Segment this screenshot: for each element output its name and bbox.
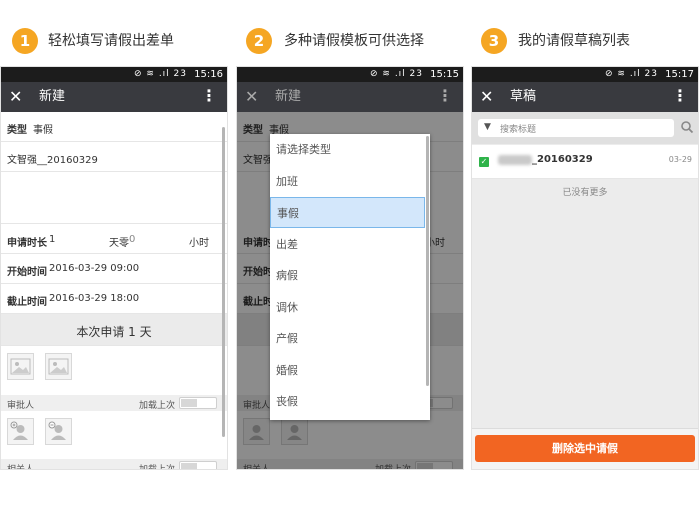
more-menu-icon[interactable]: ⋮: [201, 86, 217, 106]
days-label: 天零: [109, 238, 129, 249]
duration-label: 申请时长: [7, 238, 47, 249]
more-menu-icon[interactable]: ⋮: [672, 86, 688, 106]
draft-list-item[interactable]: ✓ _20160329 03-29: [472, 145, 698, 179]
status-time: 15:15: [430, 69, 459, 80]
app-bar: ✕ 新建 ⋮: [1, 82, 227, 112]
dropdown-option[interactable]: 病假: [270, 260, 425, 291]
summary-text: 本次申请 1 天: [76, 325, 152, 339]
draft-title: _20160329: [532, 154, 593, 165]
close-icon[interactable]: ✕: [9, 87, 22, 107]
phone-screen-new-form: ⊘ ≋ .ıl 23 15:16 ✕ 新建 ⋮ 类型 事假 文智强__20160…: [0, 66, 228, 470]
start-time-value: 2016-03-29 09:00: [49, 263, 140, 274]
step-2-number: 2: [246, 28, 272, 54]
status-bar: ⊘ ≋ .ıl 23 15:17: [472, 67, 698, 82]
type-value: 事假: [33, 125, 53, 136]
draft-date: 03-29: [668, 155, 692, 164]
duration-row: 申请时长 1 天零 0 小时: [1, 224, 227, 254]
dropdown-scrollbar[interactable]: [426, 136, 429, 386]
step-3-title: 我的请假草稿列表: [518, 33, 630, 49]
page-title: 新建: [275, 89, 302, 104]
dropdown-option[interactable]: 调休: [270, 292, 425, 323]
status-bar: ⊘ ≋ .ıl 23 15:16: [1, 67, 227, 82]
summary-bar: 本次申请 1 天: [1, 314, 227, 346]
search-input[interactable]: ▼ 搜索标题: [478, 119, 674, 137]
cc-label: 相关人: [7, 465, 35, 470]
status-icons: ⊘ ≋ .ıl 23: [605, 69, 658, 79]
dropdown-option[interactable]: 加班: [270, 166, 425, 197]
end-time-value: 2016-03-29 18:00: [49, 293, 140, 304]
status-time: 15:17: [665, 69, 694, 80]
cc-section: 相关人 加载上次: [1, 459, 227, 470]
phone-screen-type-picker: ⊘ ≋ .ıl 23 15:15 ✕ 新建 ⋮ 类型 事假 文智强 申请时 小时…: [236, 66, 464, 470]
type-row[interactable]: 类型 事假: [1, 112, 227, 142]
remove-approver-icon[interactable]: [45, 418, 72, 445]
start-time-row[interactable]: 开始时间 2016-03-29 09:00: [1, 254, 227, 284]
delete-selected-button[interactable]: 删除选中请假: [475, 435, 695, 462]
hours-value[interactable]: 0: [129, 234, 135, 245]
status-icons: ⊘ ≋ .ıl 23: [370, 69, 423, 79]
dropdown-option[interactable]: 请选择类型: [270, 134, 425, 165]
more-menu-icon[interactable]: ⋮: [437, 86, 453, 106]
dropdown-option[interactable]: 丧假: [270, 386, 425, 417]
step-3-number: 3: [481, 28, 507, 54]
dropdown-option[interactable]: 婚假: [270, 355, 425, 386]
dropdown-arrow-icon[interactable]: ▼: [484, 122, 491, 132]
approver-section: 审批人 加载上次: [1, 395, 227, 411]
status-time: 15:16: [194, 69, 223, 80]
page-title: 草稿: [510, 89, 537, 104]
reason-textarea[interactable]: [1, 172, 227, 224]
start-time-label: 开始时间: [7, 267, 47, 278]
dropdown-option[interactable]: 出差: [270, 229, 425, 260]
status-bar: ⊘ ≋ .ıl 23 15:15: [237, 67, 463, 82]
load-last-label: 加载上次: [139, 465, 176, 470]
app-bar: ✕ 草稿 ⋮: [472, 82, 698, 112]
status-icons: ⊘ ≋ .ıl 23: [134, 69, 187, 79]
step-2-title: 多种请假模板可供选择: [284, 33, 424, 49]
load-last-label: 加载上次: [139, 401, 176, 411]
end-time-label: 截止时间: [7, 297, 47, 308]
duration-value[interactable]: 1: [49, 234, 55, 245]
checkbox-checked-icon[interactable]: ✓: [479, 157, 489, 167]
dropdown-option[interactable]: 产假: [270, 323, 425, 354]
close-icon[interactable]: ✕: [245, 87, 258, 107]
close-icon[interactable]: ✕: [480, 87, 493, 107]
end-time-row[interactable]: 截止时间 2016-03-29 18:00: [1, 284, 227, 314]
phone-screen-drafts: ⊘ ≋ .ıl 23 15:17 ✕ 草稿 ⋮ ▼ 搜索标题 ✓ _201603…: [471, 66, 699, 470]
search-placeholder: 搜索标题: [500, 125, 537, 135]
title-field[interactable]: 文智强__20160329: [1, 142, 227, 172]
approver-label: 审批人: [7, 401, 35, 411]
add-image-icon[interactable]: [7, 353, 34, 380]
page-title: 新建: [39, 89, 66, 104]
leave-type-dropdown: 请选择类型 加班 事假 出差 病假 调休 产假 婚假 丧假: [270, 134, 430, 420]
step-1-number: 1: [12, 28, 38, 54]
load-last-toggle[interactable]: [179, 461, 217, 469]
type-label: 类型: [7, 125, 27, 136]
step-1-title: 轻松填写请假出差单: [48, 33, 174, 49]
redacted-name: [498, 155, 532, 165]
hours-label: 小时: [189, 238, 209, 249]
add-approver-icon[interactable]: [7, 418, 34, 445]
add-image-icon[interactable]: [45, 353, 72, 380]
no-more-text: 已没有更多: [562, 188, 608, 198]
title-value: 文智强__20160329: [7, 155, 98, 166]
dropdown-option[interactable]: 事假: [270, 197, 425, 228]
scrollbar[interactable]: [222, 127, 225, 437]
search-icon[interactable]: [680, 119, 694, 135]
app-bar: ✕ 新建 ⋮: [237, 82, 463, 112]
load-last-toggle[interactable]: [179, 397, 217, 409]
